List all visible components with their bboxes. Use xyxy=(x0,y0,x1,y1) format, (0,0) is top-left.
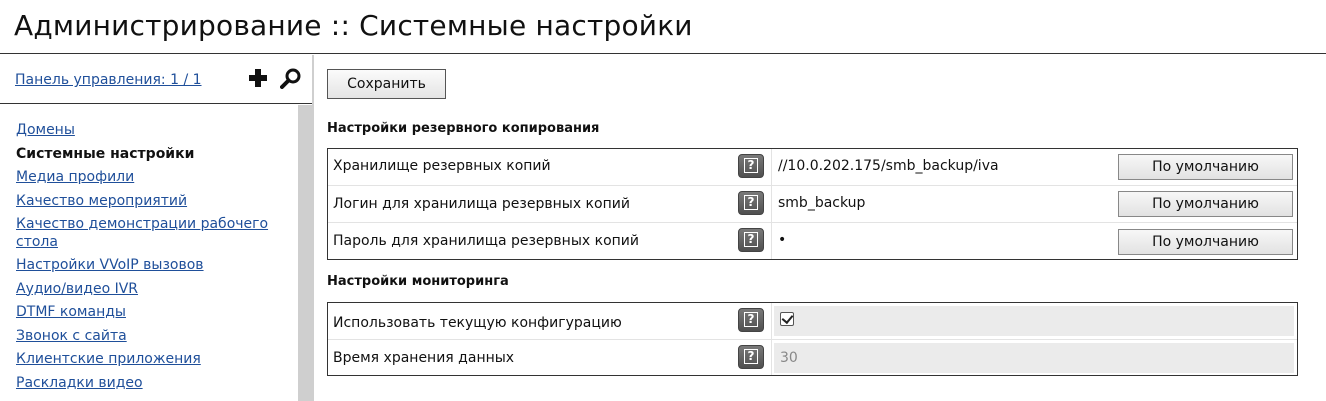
sidebar-item-client-apps[interactable]: Клиентские приложения xyxy=(0,348,298,372)
search-icon[interactable] xyxy=(280,67,302,89)
page-header: Администрирование :: Системные настройки xyxy=(0,0,1326,54)
help-glyph: ? xyxy=(744,195,758,210)
sidebar: Панель управления: 1 / 1 Домены Системны… xyxy=(0,55,314,401)
sidebar-item-label[interactable]: Клиентские приложения xyxy=(16,351,201,367)
sidebar-item-vvoip-settings[interactable]: Настройки VVoIP вызовов xyxy=(0,254,298,278)
help-icon[interactable]: ? xyxy=(738,191,764,215)
sidebar-item-system-settings[interactable]: Системные настройки xyxy=(0,143,298,167)
use-current-config-field xyxy=(774,306,1294,336)
plus-icon[interactable] xyxy=(248,68,268,88)
sidebar-item-label[interactable]: Системные настройки xyxy=(16,146,194,162)
sidebar-item-media-profiles[interactable]: Медиа профили xyxy=(0,166,298,190)
monitoring-section-title: Настройки мониторинга xyxy=(327,274,509,289)
sidebar-item-label[interactable]: Настройки VVoIP вызовов xyxy=(16,257,204,273)
sidebar-item-av-ivr[interactable]: Аудио/видео IVR xyxy=(0,278,298,302)
help-glyph: ? xyxy=(744,349,758,364)
sidebar-item-label[interactable]: DTMF команды xyxy=(16,304,126,320)
setting-row-use-current-config: Использовать текущую конфигурацию ? xyxy=(328,303,1297,339)
sidebar-item-label[interactable]: Домены xyxy=(16,122,75,138)
backup-section-title: Настройки резервного копирования xyxy=(327,121,600,136)
setting-label: Использовать текущую конфигурацию xyxy=(333,315,622,331)
setting-value[interactable]: smb_backup xyxy=(778,195,865,211)
sidebar-item-label[interactable]: Аудио/видео IVR xyxy=(16,281,138,297)
setting-value[interactable]: //10.0.202.175/smb_backup/iva xyxy=(778,158,999,174)
setting-label: Логин для хранилища резервных копий xyxy=(333,196,630,212)
setting-label: Хранилище резервных копий xyxy=(333,158,551,174)
data-retention-value: 30 xyxy=(780,350,798,366)
help-icon[interactable]: ? xyxy=(738,308,764,332)
sidebar-item-event-quality[interactable]: Качество мероприятий xyxy=(0,190,298,214)
page-title: Администрирование :: Системные настройки xyxy=(14,9,693,42)
help-glyph: ? xyxy=(744,232,758,247)
sidebar-item-label[interactable]: Качество мероприятий xyxy=(16,193,187,209)
main-content: Сохранить Настройки резервного копирован… xyxy=(316,55,1326,401)
setting-row-backup-storage: Хранилище резервных копий ? //10.0.202.1… xyxy=(328,149,1297,185)
help-icon[interactable]: ? xyxy=(738,154,764,178)
sidebar-item-label[interactable]: Звонок с сайта xyxy=(16,328,127,344)
setting-label: Время хранения данных xyxy=(333,350,515,366)
sidebar-item-video-layouts[interactable]: Раскладки видео xyxy=(0,372,298,396)
save-button[interactable]: Сохранить xyxy=(327,69,446,99)
monitoring-settings-table: Использовать текущую конфигурацию ? Врем… xyxy=(327,302,1298,376)
sidebar-item-domains[interactable]: Домены xyxy=(0,119,298,143)
default-button[interactable]: По умолчанию xyxy=(1118,154,1293,180)
default-button[interactable]: По умолчанию xyxy=(1118,191,1293,217)
control-panel-link[interactable]: Панель управления: 1 / 1 xyxy=(15,72,202,88)
use-current-config-checkbox[interactable] xyxy=(780,312,794,326)
help-glyph: ? xyxy=(744,312,758,327)
sidebar-item-label[interactable]: Качество демонстрации рабочего стола xyxy=(16,216,268,250)
setting-row-backup-login: Логин для хранилища резервных копий ? sm… xyxy=(328,185,1297,222)
sidebar-item-desktop-sharing-quality[interactable]: Качество демонстрации рабочего стола xyxy=(0,213,298,254)
sidebar-nav: Домены Системные настройки Медиа профили… xyxy=(0,105,298,401)
setting-row-backup-password: Пароль для хранилища резервных копий ? •… xyxy=(328,222,1297,259)
setting-label: Пароль для хранилища резервных копий xyxy=(333,233,639,249)
help-glyph: ? xyxy=(744,158,758,173)
backup-settings-table: Хранилище резервных копий ? //10.0.202.1… xyxy=(327,148,1298,260)
control-panel-bar: Панель управления: 1 / 1 xyxy=(0,55,312,104)
default-button[interactable]: По умолчанию xyxy=(1118,229,1293,255)
sidebar-item-label[interactable]: Медиа профили xyxy=(16,169,134,185)
sidebar-scrollbar[interactable] xyxy=(298,105,312,401)
setting-value[interactable]: • xyxy=(778,232,786,248)
sidebar-item-dtmf-commands[interactable]: DTMF команды xyxy=(0,301,298,325)
help-icon[interactable]: ? xyxy=(738,345,764,369)
data-retention-field[interactable]: 30 xyxy=(774,343,1294,373)
sidebar-item-web-call[interactable]: Звонок с сайта xyxy=(0,325,298,349)
setting-row-data-retention: Время хранения данных ? 30 xyxy=(328,339,1297,375)
help-icon[interactable]: ? xyxy=(738,228,764,252)
sidebar-item-label[interactable]: Раскладки видео xyxy=(16,375,143,391)
